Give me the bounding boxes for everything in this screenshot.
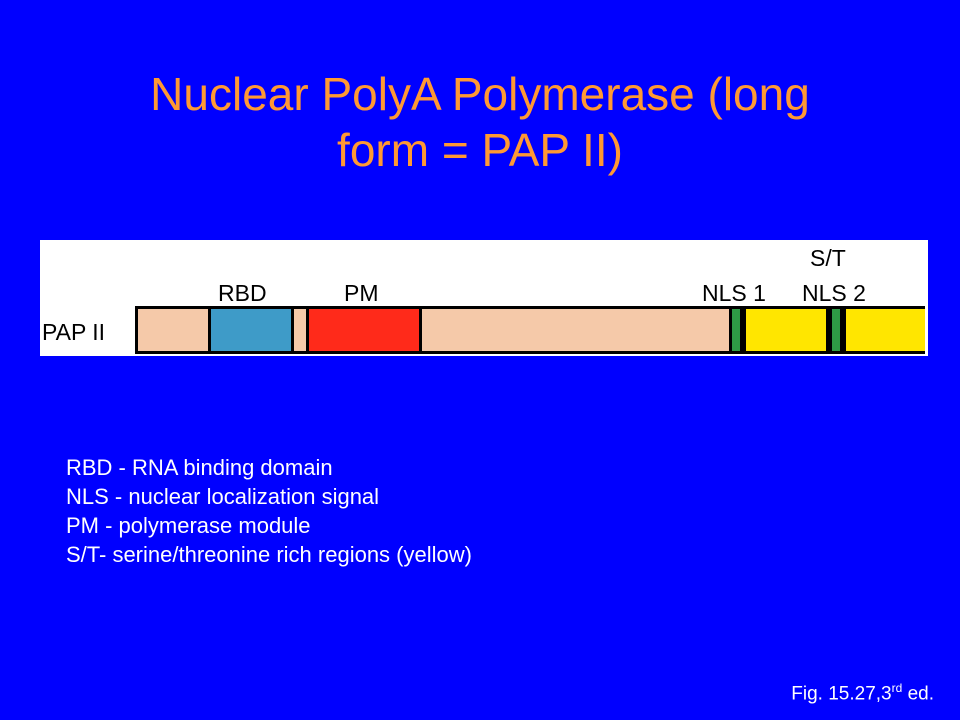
st-region-2-segment [843, 309, 925, 351]
label-nls-2: NLS 2 [802, 280, 866, 306]
pap-ii-domain-diagram: PAP II RBD PM NLS 1 S/T NLS 2 [40, 240, 928, 356]
rbd-domain-segment [208, 309, 294, 351]
pm-domain-segment [306, 309, 422, 351]
citation-prefix: Fig. 15.27,3 [791, 683, 892, 705]
label-nls-1: NLS 1 [702, 280, 766, 306]
label-st: S/T [810, 245, 846, 271]
st-region-1-segment [743, 309, 829, 351]
legend-item-pm: PM - polymerase module [66, 513, 311, 538]
label-pm: PM [344, 280, 379, 306]
citation-superscript: rd [891, 681, 903, 695]
legend-item-rbd: RBD - RNA binding domain [66, 455, 333, 480]
abbreviation-legend: RBD - RNA binding domain NLS - nuclear l… [66, 453, 472, 569]
title-line-2: form = PAP II) [337, 124, 623, 176]
nls-1-segment [729, 309, 743, 351]
legend-item-st: S/T- serine/threonine rich regions (yell… [66, 542, 472, 567]
label-rbd: RBD [218, 280, 267, 306]
protein-label-pap-ii: PAP II [42, 319, 106, 345]
title-line-1: Nuclear PolyA Polymerase (long [150, 68, 810, 120]
legend-item-nls: NLS - nuclear localization signal [66, 484, 380, 509]
nls-2-segment [829, 309, 843, 351]
slide-title: Nuclear PolyA Polymerase (long form = PA… [40, 66, 920, 178]
protein-bar [135, 306, 925, 354]
figure-citation: Fig. 15.27,3rd ed. [791, 677, 934, 705]
citation-suffix: ed. [902, 683, 934, 705]
